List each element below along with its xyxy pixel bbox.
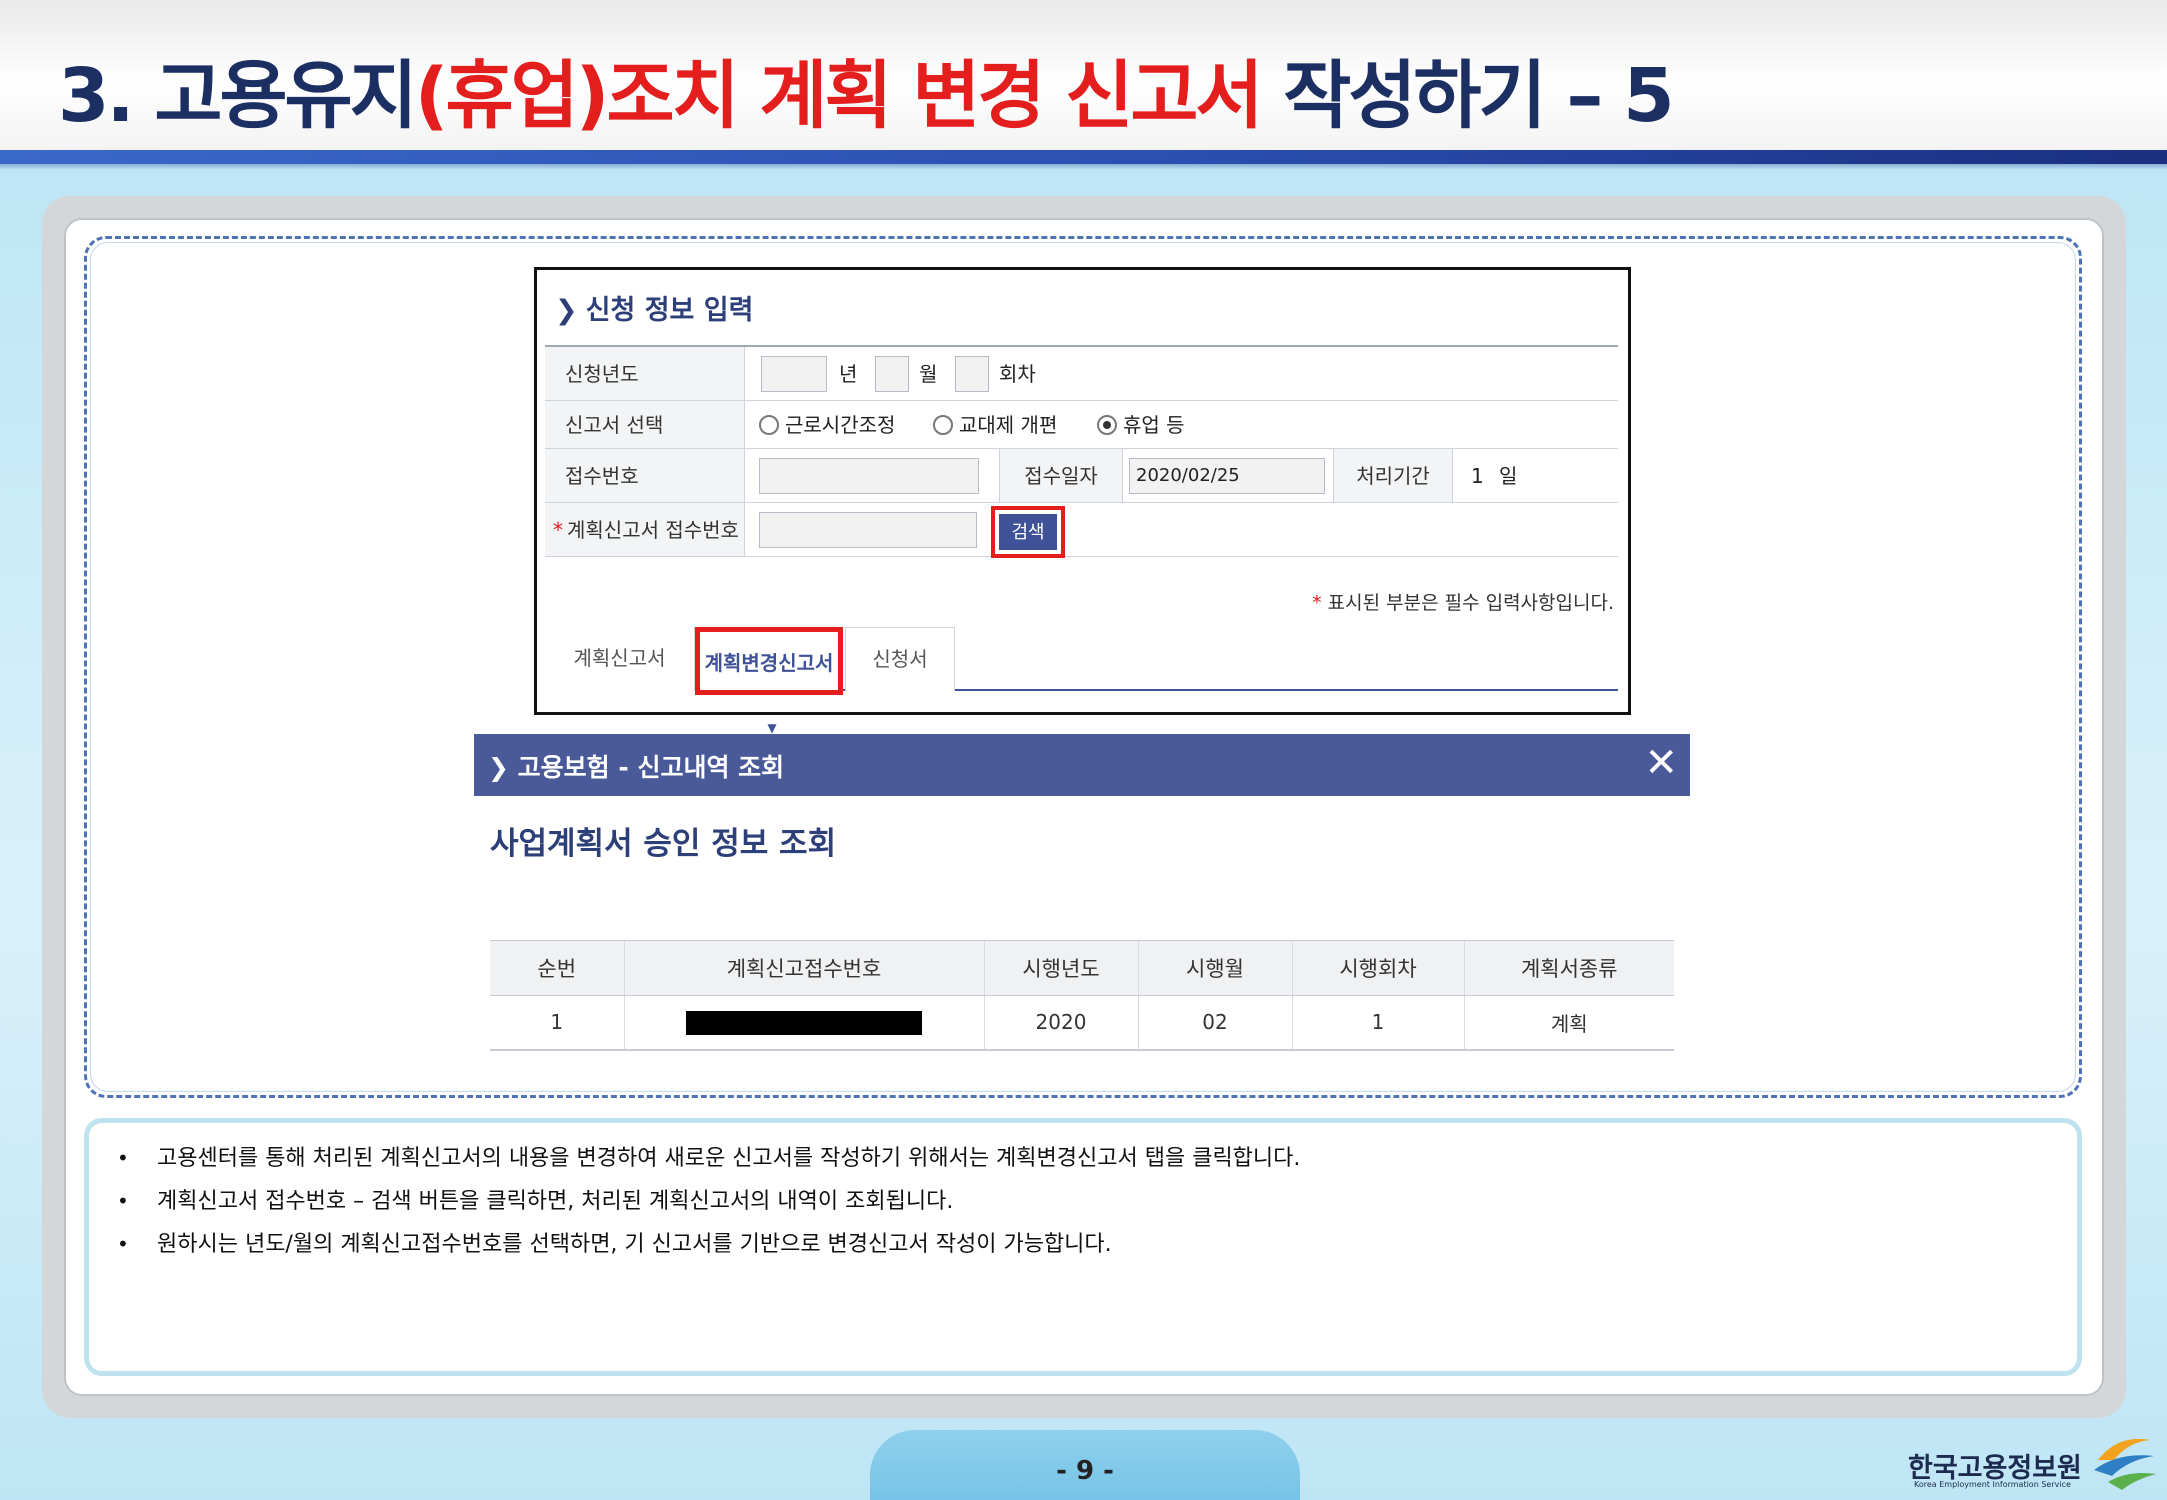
radio-work-hours[interactable] — [759, 415, 779, 435]
tab-application[interactable]: 신청서 — [845, 627, 955, 691]
column-header: 시행월 — [1137, 940, 1292, 996]
radio-suspension[interactable] — [1097, 415, 1117, 435]
tab-plan-change-report[interactable]: 계획변경신고서 ▼ — [695, 627, 843, 735]
round-input[interactable] — [955, 356, 989, 392]
caret-down-icon: ▼ — [767, 721, 777, 735]
row-plan-receipt-number: * 계획신고서 접수번호 검색 — [545, 503, 1618, 558]
note-item: 원하시는 년도/월의 계획신고접수번호를 선택하면, 기 신고서를 기반으로 변… — [117, 1223, 1300, 1266]
application-year-label: 신청년도 — [545, 347, 745, 400]
chevron-right-icon: ❯ — [488, 753, 518, 782]
cell-seq: 1 — [490, 995, 624, 1051]
notes-list: 고용센터를 통해 처리된 계획신고서의 내용을 변경하여 새로운 신고서를 작성… — [117, 1137, 1300, 1266]
slide-title-highlight: (휴업)조치 계획 변경 신고서 — [414, 53, 1264, 139]
dialog-title-text: 고용보험 - 신고내역 조회 — [517, 753, 785, 782]
slide-title-prefix: 3. 고용유지 — [58, 53, 418, 139]
column-header: 계획신고접수번호 — [623, 940, 984, 996]
chevron-right-icon: ❯ — [555, 295, 578, 326]
row-report-type: 신고서 선택 근로시간조정 교대제 개편 휴업 등 — [545, 401, 1618, 449]
row-application-year: 신청년도 년 월 회차 — [545, 347, 1618, 401]
tab-plan-report[interactable]: 계획신고서 — [545, 627, 695, 691]
plan-receipt-number-input[interactable] — [759, 512, 977, 548]
note-item: 계획신고서 접수번호 – 검색 버튼을 클릭하면, 처리된 계획신고서의 내역이… — [117, 1180, 1300, 1223]
plan-receipt-number-label: * 계획신고서 접수번호 — [545, 503, 745, 556]
cell-type: 계획 — [1463, 995, 1674, 1051]
slide-title: 3. 고용유지(휴업)조치 계획 변경 신고서 작성하기 – 5 — [58, 36, 1675, 143]
application-form-table: 신청년도 년 월 회차 신고서 선택 근로시간조정 교대제 개편 휴업 등 접수… — [545, 345, 1618, 558]
panel-heading-text: 신청 정보 입력 — [585, 295, 754, 326]
round-unit: 회차 — [999, 362, 1036, 386]
year-input[interactable] — [761, 356, 827, 392]
tab-plan-change-report-label: 계획변경신고서 — [704, 651, 834, 675]
receipt-number-label: 접수번호 — [545, 449, 745, 502]
logo-name-en: Korea Employment Information Service — [1914, 1480, 2071, 1489]
dialog-heading: 사업계획서 승인 정보 조회 — [490, 826, 837, 862]
month-input[interactable] — [875, 356, 909, 392]
dialog-title-bar: ❯ 고용보험 - 신고내역 조회 ✕ — [474, 734, 1690, 796]
search-button[interactable]: 검색 — [999, 514, 1057, 550]
processing-period-unit: 일 — [1499, 464, 1518, 488]
title-rule — [0, 150, 2167, 164]
row-receipt-number: 접수번호 접수일자 2020/02/25 처리기간 1 일 — [545, 449, 1618, 503]
cell-month: 02 — [1137, 995, 1292, 1051]
report-type-label: 신고서 선택 — [545, 401, 745, 448]
notes-box: 고용센터를 통해 처리된 계획신고서의 내용을 변경하여 새로운 신고서를 작성… — [84, 1118, 2082, 1376]
logo-mark-icon — [2094, 1438, 2156, 1490]
application-info-panel: ❯ 신청 정보 입력 신청년도 년 월 회차 신고서 선택 근로시간조정 교대제 … — [534, 267, 1631, 735]
cell-year: 2020 — [983, 995, 1138, 1051]
column-header: 순번 — [490, 940, 624, 996]
radio-label-shift-change: 교대제 개편 — [959, 413, 1058, 437]
slide-title-bar: 3. 고용유지(휴업)조치 계획 변경 신고서 작성하기 – 5 — [0, 0, 2167, 150]
required-note-text: 표시된 부분은 필수 입력사항입니다. — [1327, 592, 1614, 614]
column-header: 계획서종류 — [1463, 940, 1674, 996]
organization-logo: 한국고용정보원 Korea Employment Information Ser… — [1908, 1438, 2158, 1498]
cell-round: 1 — [1291, 995, 1464, 1051]
cell-receipt-number[interactable] — [623, 995, 984, 1051]
required-note: * 표시된 부분은 필수 입력사항입니다. — [1312, 588, 1614, 615]
column-header: 시행년도 — [983, 940, 1138, 996]
title-rule-shadow — [0, 164, 2167, 170]
receipt-number-input[interactable] — [759, 458, 979, 494]
panel-heading: ❯ 신청 정보 입력 — [555, 288, 753, 327]
plan-receipt-number-label-text: 계획신고서 접수번호 — [567, 518, 739, 542]
receipt-date-input[interactable]: 2020/02/25 — [1129, 458, 1325, 494]
page-number: - 9 - — [1056, 1456, 1114, 1486]
radio-shift-change[interactable] — [933, 415, 953, 435]
table-header-row: 순번 계획신고접수번호 시행년도 시행월 시행회차 계획서종류 — [490, 940, 1674, 996]
close-icon[interactable]: ✕ — [1644, 740, 1678, 786]
note-item: 고용센터를 통해 처리된 계획신고서의 내용을 변경하여 새로운 신고서를 작성… — [117, 1137, 1300, 1180]
dialog-title: ❯ 고용보험 - 신고내역 조회 — [488, 748, 784, 784]
radio-label-suspension: 휴업 등 — [1123, 413, 1185, 437]
required-mark: * — [1312, 592, 1322, 614]
search-button-highlight: 검색 — [991, 506, 1065, 558]
redacted-receipt-number — [686, 1011, 922, 1035]
approval-info-table: 순번 계획신고접수번호 시행년도 시행월 시행회차 계획서종류 1 2020 0… — [490, 940, 1674, 1051]
receipt-date-label: 접수일자 — [999, 449, 1123, 502]
month-unit: 월 — [919, 362, 938, 386]
slide-title-suffix: 작성하기 – 5 — [1260, 53, 1674, 139]
year-unit: 년 — [839, 362, 858, 386]
radio-label-work-hours: 근로시간조정 — [785, 413, 896, 437]
processing-period-value: 1 — [1471, 464, 1484, 488]
processing-period-label: 처리기간 — [1333, 449, 1453, 502]
required-mark: * — [553, 518, 563, 542]
table-row[interactable]: 1 2020 02 1 계획 — [490, 995, 1674, 1051]
report-tabs: 계획신고서 계획변경신고서 ▼ 신청서 — [545, 627, 1618, 735]
column-header: 시행회차 — [1291, 940, 1464, 996]
